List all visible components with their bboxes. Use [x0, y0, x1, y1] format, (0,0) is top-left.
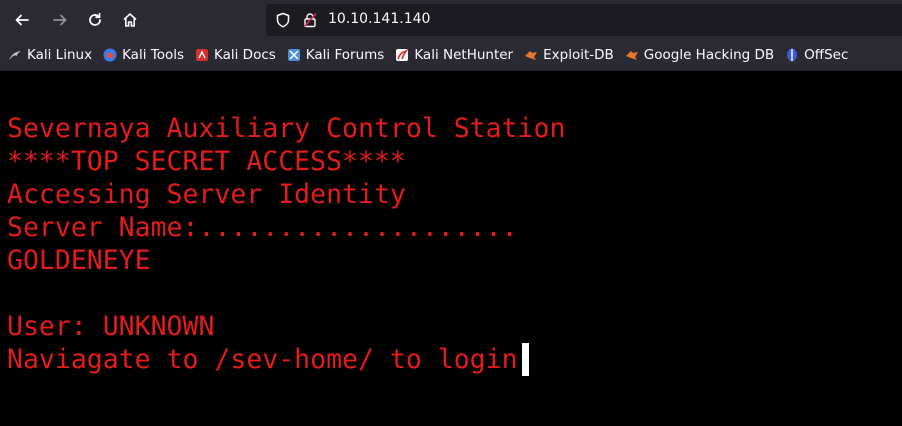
bookmark-google-hacking-db[interactable]: Google Hacking DB: [625, 43, 774, 67]
kali-nethunter-icon: [396, 49, 409, 61]
bookmark-label: Kali Docs: [214, 47, 276, 63]
bookmark-label: Google Hacking DB: [643, 47, 775, 63]
insecure-lock-icon[interactable]: [302, 12, 318, 28]
bookmark-label: Kali Forums: [305, 47, 385, 63]
arrow-left-icon: [15, 14, 29, 26]
page-content: Severnaya Auxiliary Control Station ****…: [0, 71, 902, 426]
kali-docs-icon: [196, 49, 208, 61]
reload-icon: [89, 12, 101, 26]
browser-toolbar: 10.10.141.140: [0, 0, 902, 40]
terminal-line: Accessing Server Identity: [7, 179, 406, 210]
terminal-line: Server Name:....................: [7, 212, 518, 243]
kali-forums-icon: [287, 49, 300, 61]
shield-icon[interactable]: [275, 12, 291, 28]
offsec-icon: [787, 48, 798, 62]
bookmark-label: Kali Linux: [27, 47, 93, 63]
bookmark-kali-forums[interactable]: Kali Forums: [287, 43, 385, 67]
terminal-line: Naviagate to /sev-home/ to login: [7, 344, 518, 375]
bookmark-kali-nethunter[interactable]: Kali NetHunter: [395, 43, 513, 67]
bookmark-label: OffSec: [804, 47, 849, 63]
reload-button[interactable]: [78, 3, 112, 37]
bookmark-offsec[interactable]: OffSec: [785, 43, 848, 67]
bookmark-label: Kali NetHunter: [414, 47, 514, 63]
url-text[interactable]: 10.10.141.140: [328, 11, 430, 27]
forward-button[interactable]: [43, 3, 77, 37]
terminal-line: ****TOP SECRET ACCESS****: [7, 146, 406, 177]
kali-tools-icon: [103, 48, 117, 62]
terminal-line: Severnaya Auxiliary Control Station: [7, 113, 566, 144]
home-button[interactable]: [113, 3, 147, 37]
bookmark-exploit-db[interactable]: Exploit-DB: [524, 43, 614, 67]
terminal-cursor: [522, 343, 529, 376]
kali-dragon-icon: [9, 51, 21, 60]
bookmark-kali-linux[interactable]: Kali Linux: [8, 43, 92, 67]
arrow-right-icon: [53, 14, 67, 26]
terminal-line: User: UNKNOWN: [7, 311, 215, 342]
address-bar[interactable]: 10.10.141.140: [266, 4, 902, 36]
bookmark-kali-docs[interactable]: Kali Docs: [195, 43, 276, 67]
back-button[interactable]: [5, 3, 39, 37]
bookmark-label: Exploit-DB: [543, 47, 614, 63]
bookmark-kali-tools[interactable]: Kali Tools: [103, 43, 184, 67]
bookmark-label: Kali Tools: [122, 47, 184, 63]
exploit-db-icon: [525, 51, 538, 60]
ghdb-icon: [625, 51, 638, 60]
terminal-line: GOLDENEYE: [7, 245, 151, 276]
home-icon: [123, 13, 137, 27]
bookmarks-bar: Kali Linux Kali Tools Kali Docs Kali For…: [0, 40, 902, 71]
